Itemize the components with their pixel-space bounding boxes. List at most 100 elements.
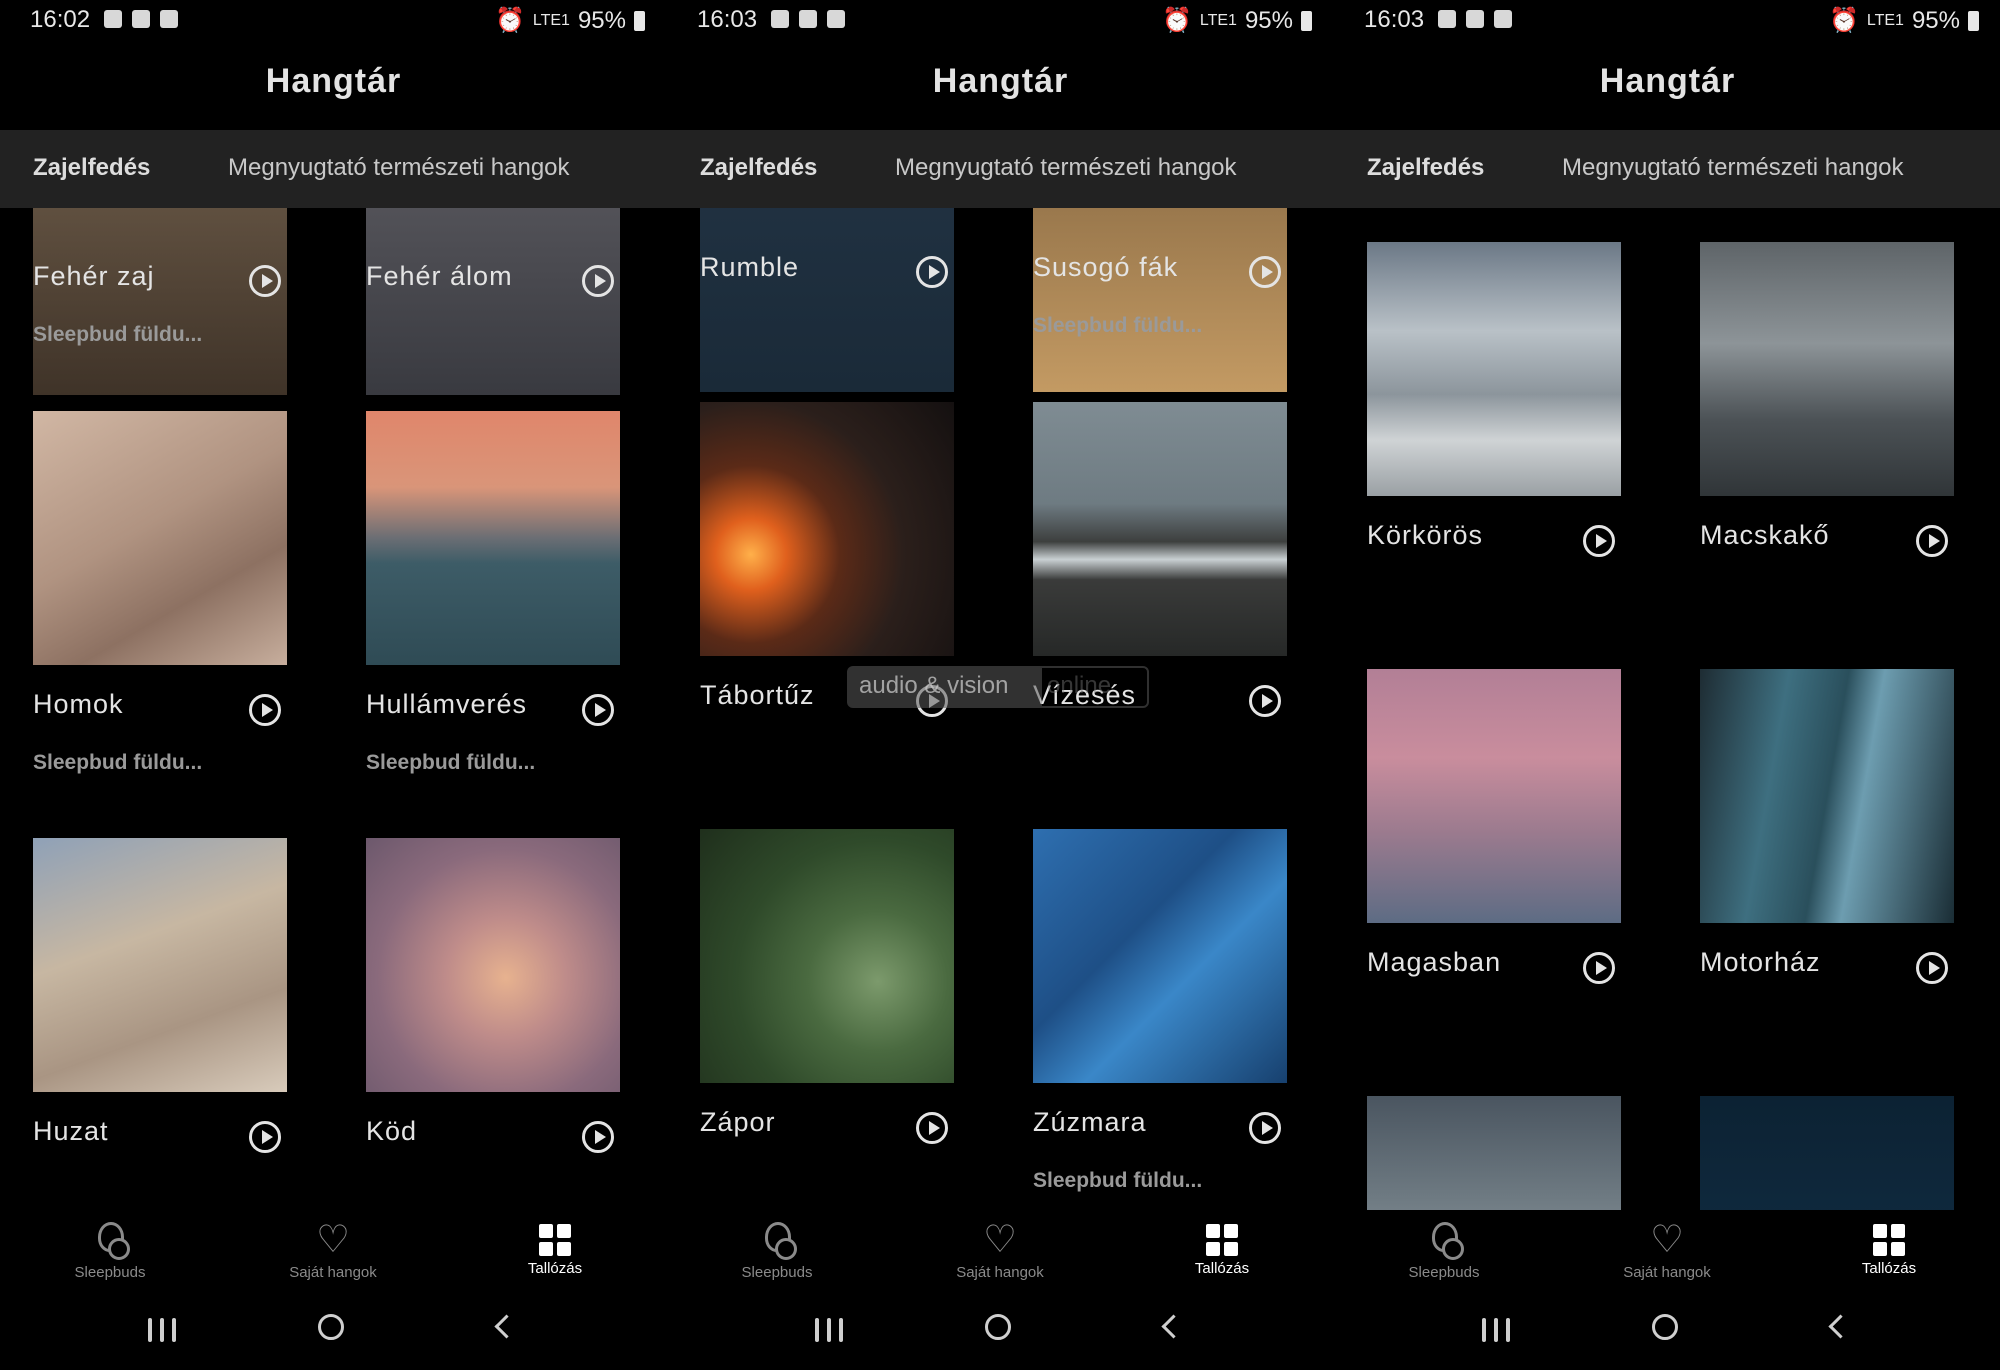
image-notification-icon (771, 10, 789, 28)
sound-card[interactable]: Fehér zaj Sleepbud füldu... (33, 141, 287, 395)
nav-sleepbuds[interactable]: Sleepbuds (1344, 1210, 1544, 1281)
sound-card[interactable]: Köd (366, 838, 620, 1158)
tab-zajelfedes[interactable]: Zajelfedés (33, 154, 150, 182)
category-tabs: Zajelfedés Megnyugtató természeti hangok (667, 130, 1334, 208)
recents-button[interactable] (1482, 1318, 1510, 1342)
sound-thumbnail[interactable] (1033, 402, 1287, 656)
sound-card[interactable]: Homok Sleepbud füldu... (33, 411, 287, 791)
back-button[interactable] (1828, 1314, 1853, 1339)
tab-termeszeti-hangok[interactable]: Megnyugtató természeti hangok (228, 154, 628, 182)
play-icon[interactable] (1583, 525, 1615, 557)
sound-thumbnail[interactable] (1367, 669, 1621, 923)
sound-card[interactable]: Körkörös (1367, 242, 1621, 582)
sound-thumbnail[interactable] (1367, 1096, 1621, 1210)
nav-label: Saját hangok (289, 1264, 377, 1281)
nav-tallozas[interactable]: Tallózás (455, 1210, 655, 1277)
tab-termeszeti-hangok[interactable]: Megnyugtató természeti hangok (895, 154, 1295, 182)
category-tabs: Zajelfedés Megnyugtató természeti hangok (1334, 130, 2000, 208)
sound-name: Homok (33, 689, 124, 719)
sound-card[interactable]: Zápor (700, 829, 954, 1149)
nav-tallozas[interactable]: Tallózás (1789, 1210, 1989, 1277)
nav-label: Tallózás (1194, 1260, 1250, 1277)
category-tabs: Zajelfedés Megnyugtató természeti hangok (0, 130, 667, 208)
nav-sajat-hangok[interactable]: ♡ Saját hangok (900, 1210, 1100, 1281)
nav-tallozas[interactable]: Tallózás (1122, 1210, 1322, 1277)
nav-sleepbuds[interactable]: Sleepbuds (10, 1210, 210, 1281)
sound-card[interactable]: Fehér álom (366, 141, 620, 395)
play-icon[interactable] (1249, 256, 1281, 288)
signal-icon: LTE1 (532, 11, 570, 29)
home-button[interactable] (985, 1314, 1011, 1340)
sound-name: Motorház (1700, 947, 1821, 977)
status-right: ⏰ LTE1 95% (1162, 6, 1312, 35)
recents-button[interactable] (815, 1318, 843, 1342)
sound-thumbnail[interactable] (1700, 669, 1954, 923)
battery-percent: 95% (1911, 6, 1960, 34)
play-icon[interactable] (1249, 685, 1281, 717)
nav-sajat-hangok[interactable]: ♡ Saját hangok (233, 1210, 433, 1281)
sound-thumbnail[interactable] (1367, 242, 1621, 496)
back-button[interactable] (494, 1314, 519, 1339)
play-icon[interactable] (1583, 952, 1615, 984)
play-icon[interactable] (916, 1112, 948, 1144)
battery-percent: 95% (577, 6, 626, 34)
nav-sajat-hangok[interactable]: ♡ Saját hangok (1567, 1210, 1767, 1281)
back-button[interactable] (1161, 1314, 1186, 1339)
play-icon[interactable] (249, 265, 281, 297)
sound-card[interactable]: Susogó fák Sleepbud füldu... (1033, 138, 1287, 392)
sound-thumbnail[interactable] (366, 411, 620, 665)
bottom-navigation: Sleepbuds ♡ Saját hangok Tallózás (0, 1210, 667, 1290)
play-icon[interactable] (582, 1121, 614, 1153)
home-button[interactable] (1652, 1314, 1678, 1340)
play-icon[interactable] (1916, 525, 1948, 557)
status-time: 16:03 (1364, 6, 1425, 33)
sound-card[interactable] (1367, 1096, 1621, 1210)
signal-icon: LTE1 (1199, 11, 1237, 29)
play-icon[interactable] (916, 256, 948, 288)
play-icon[interactable] (582, 694, 614, 726)
grid-icon (1873, 1224, 1905, 1256)
sound-thumbnail[interactable] (1700, 242, 1954, 496)
sound-card[interactable]: Motorház (1700, 669, 1954, 1009)
tab-termeszeti-hangok[interactable]: Megnyugtató természeti hangok (1562, 154, 1962, 182)
sound-thumbnail[interactable] (33, 838, 287, 1092)
sound-thumbnail[interactable] (1033, 829, 1287, 1083)
app-notification-icon (799, 10, 817, 28)
status-right: ⏰ LTE1 95% (1829, 6, 1979, 35)
sound-subtitle: Sleepbud füldu... (366, 751, 536, 774)
home-button[interactable] (318, 1314, 344, 1340)
sound-thumbnail[interactable] (700, 402, 954, 656)
sound-card[interactable]: Huzat (33, 838, 287, 1158)
nav-label: Saját hangok (956, 1264, 1044, 1281)
sound-card[interactable]: Hullámverés Sleepbud füldu... (366, 411, 620, 791)
phone-screen-3: 16:03 ⏰ LTE1 95% Hangtár Körkörös Macska… (1334, 0, 2000, 1370)
notification-icons (771, 10, 845, 28)
sound-card[interactable]: Rumble (700, 138, 954, 392)
play-icon[interactable] (1249, 1112, 1281, 1144)
sound-name: Magasban (1367, 947, 1502, 977)
sound-card[interactable] (1700, 1096, 1954, 1210)
play-icon[interactable] (1916, 952, 1948, 984)
sound-thumbnail[interactable] (366, 838, 620, 1092)
sound-thumbnail[interactable] (700, 829, 954, 1083)
sound-thumbnail[interactable] (1700, 1096, 1954, 1210)
sound-subtitle: Sleepbud füldu... (1033, 1169, 1203, 1192)
recents-button[interactable] (148, 1318, 176, 1342)
nav-label: Sleepbuds (741, 1264, 813, 1281)
sound-name: Susogó fák (1033, 252, 1179, 282)
nav-label: Tallózás (1861, 1260, 1917, 1277)
sound-card[interactable]: Magasban (1367, 669, 1621, 1009)
play-icon[interactable] (582, 265, 614, 297)
tab-zajelfedes[interactable]: Zajelfedés (1367, 154, 1484, 182)
sleepbuds-icon (757, 1220, 797, 1260)
sound-card[interactable]: Zúzmara Sleepbud füldu... (1033, 829, 1287, 1209)
sound-card[interactable]: Macskakő (1700, 242, 1954, 582)
play-icon[interactable] (249, 694, 281, 726)
sound-name: Tábortűz (700, 680, 815, 710)
nav-label: Saját hangok (1623, 1264, 1711, 1281)
tab-zajelfedes[interactable]: Zajelfedés (700, 154, 817, 182)
play-icon[interactable] (249, 1121, 281, 1153)
nav-sleepbuds[interactable]: Sleepbuds (677, 1210, 877, 1281)
page-title: Hangtár (932, 62, 1069, 100)
sound-thumbnail[interactable] (33, 411, 287, 665)
